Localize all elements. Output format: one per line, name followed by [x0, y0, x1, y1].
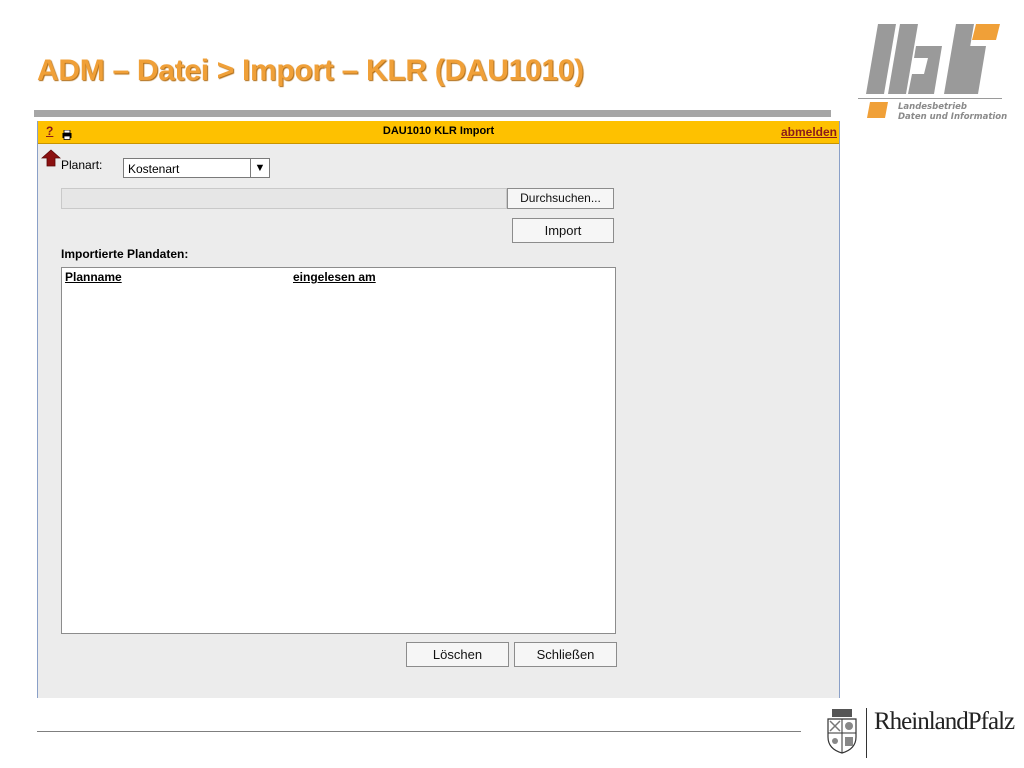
window-title: DAU1010 KLR Import [382, 125, 495, 137]
title-divider [34, 110, 831, 117]
planart-select[interactable]: Kostenart ▼ [123, 158, 270, 178]
file-path-input[interactable] [61, 188, 507, 209]
footer-separator [866, 708, 867, 758]
planart-label: Planart: [61, 158, 103, 172]
browse-button[interactable]: Durchsuchen... [507, 188, 614, 209]
logo-subtitle: Landesbetrieb Daten und Information [898, 102, 1007, 122]
coat-of-arms-icon [824, 707, 860, 755]
planart-value: Kostenart [128, 162, 180, 176]
window-titlebar: ? DAU1010 KLR Import abmelden [38, 121, 839, 144]
footer-divider [37, 731, 801, 732]
logo-subtitle-line2: Daten und Information [898, 112, 1008, 122]
close-button[interactable]: Schließen [514, 642, 617, 667]
app-window: ? DAU1010 KLR Import abmelden Planart: K… [37, 121, 840, 698]
import-button[interactable]: Import [512, 218, 614, 243]
imported-plandata-list[interactable]: Planname eingelesen am [61, 267, 616, 634]
logo-subtitle-line1: Landesbetrieb [898, 102, 967, 112]
column-header-eingelesen-am[interactable]: eingelesen am [293, 270, 376, 284]
column-header-planname[interactable]: Planname [65, 270, 122, 284]
back-arrow-icon[interactable] [40, 149, 62, 167]
slide-title: ADM – Datei > Import – KLR (DAU1010) [37, 54, 584, 87]
delete-button[interactable]: Löschen [406, 642, 509, 667]
logout-link[interactable]: abmelden [781, 125, 837, 139]
imported-plandata-label: Importierte Plandaten: [61, 247, 189, 261]
dropdown-arrow-icon[interactable]: ▼ [250, 159, 269, 177]
rheinland-pfalz-logo: RheinlandPfalz [874, 708, 1015, 735]
